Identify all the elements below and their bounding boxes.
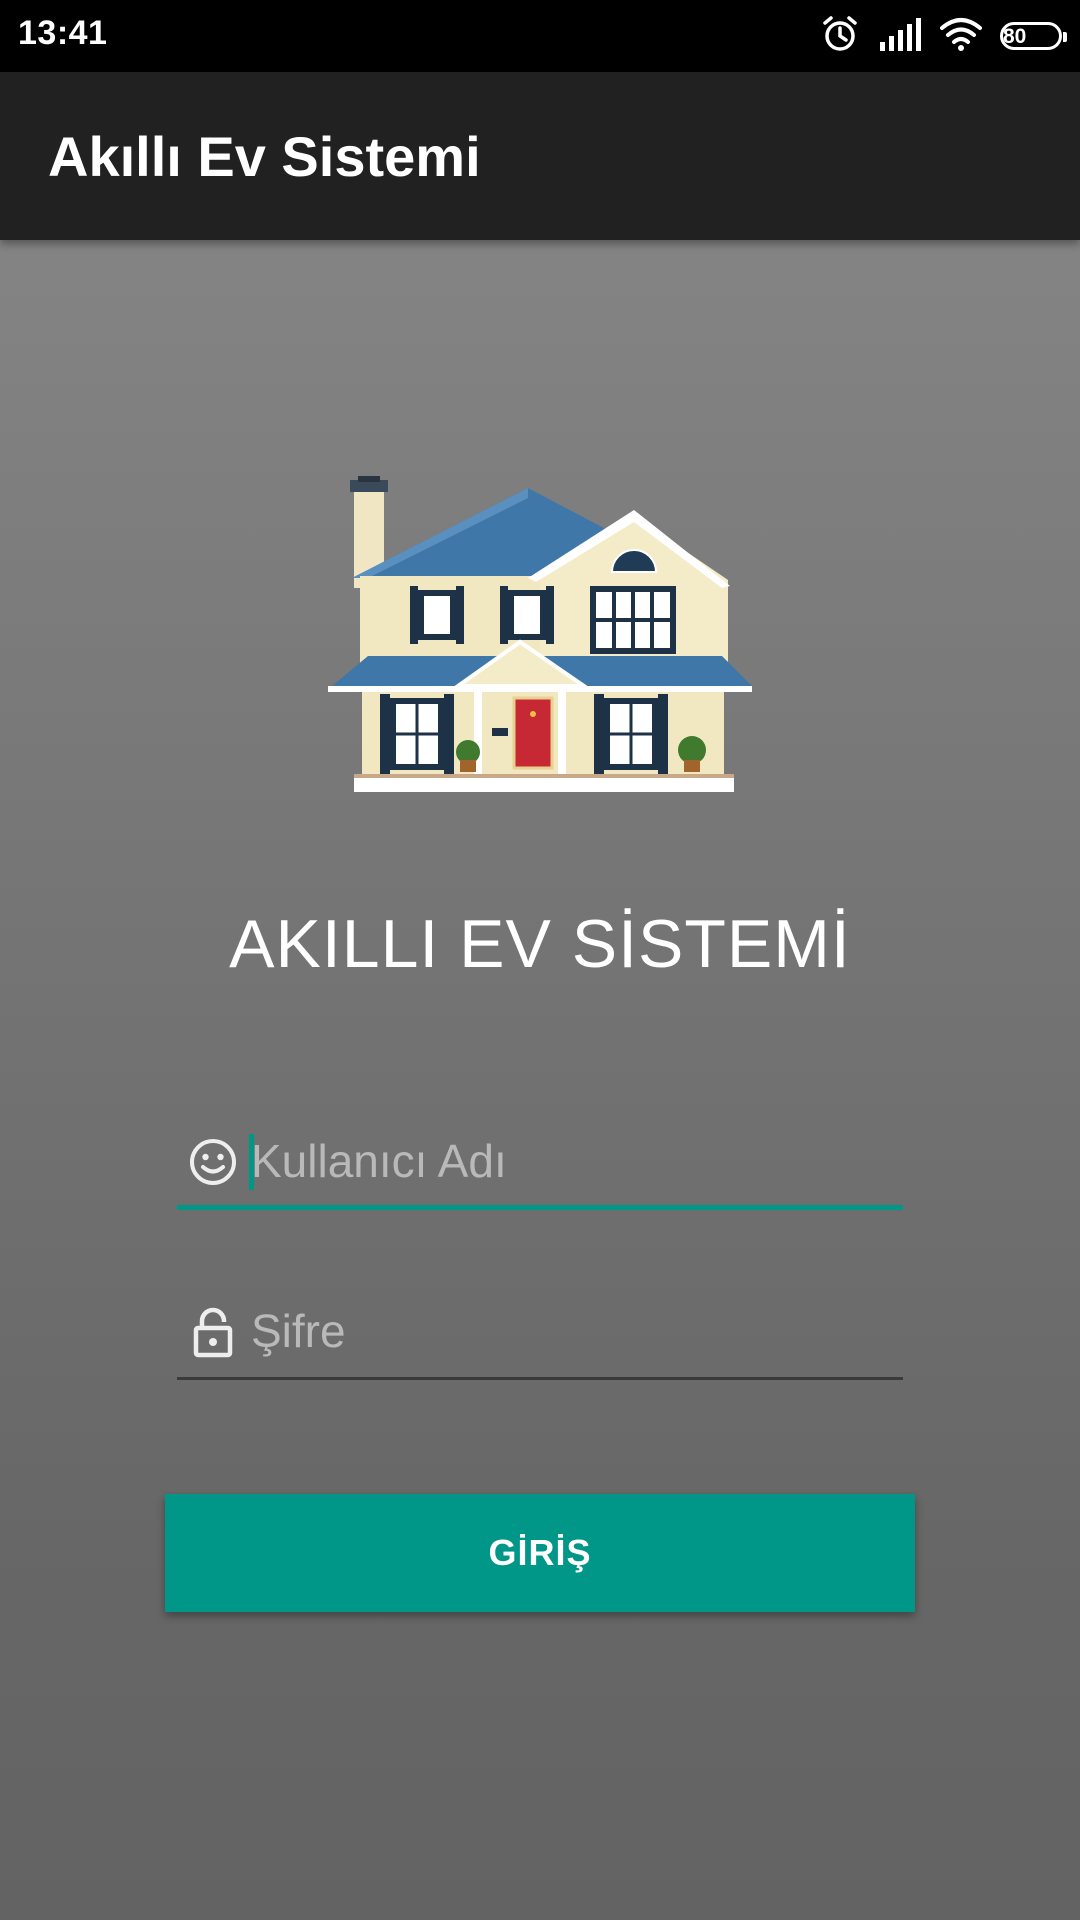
battery-tip: [1063, 32, 1067, 42]
status-icons: 80: [802, 14, 1067, 59]
lock-icon: [193, 1307, 233, 1358]
login-screen: 13:41 80 Akıllı Ev Sistemi AKILLI EV SİS…: [0, 0, 1080, 1920]
password-field[interactable]: [177, 1290, 903, 1380]
password-input[interactable]: [247, 1296, 891, 1366]
username-field[interactable]: [177, 1120, 903, 1210]
battery-icon: 80: [1000, 22, 1067, 50]
app-title: Akıllı Ev Sistemi: [48, 125, 481, 188]
signal-icon: [878, 16, 922, 57]
headline: AKILLI EV SİSTEMİ: [229, 906, 851, 982]
status-time: 13:41: [18, 14, 108, 52]
app-bar: Akıllı Ev Sistemi: [0, 72, 1080, 240]
smiley-face-icon: [190, 1139, 236, 1185]
password-underline: [177, 1377, 903, 1380]
battery-level: 80: [1003, 25, 1027, 48]
text-cursor: [249, 1134, 254, 1190]
username-underline: [177, 1205, 903, 1210]
house-illustration: [328, 476, 752, 792]
alarm-icon: [820, 14, 860, 59]
login-button[interactable]: GİRİŞ: [165, 1494, 915, 1612]
username-input[interactable]: [247, 1126, 891, 1196]
status-bar: 13:41 80: [0, 0, 1080, 72]
wifi-icon: [940, 17, 982, 56]
